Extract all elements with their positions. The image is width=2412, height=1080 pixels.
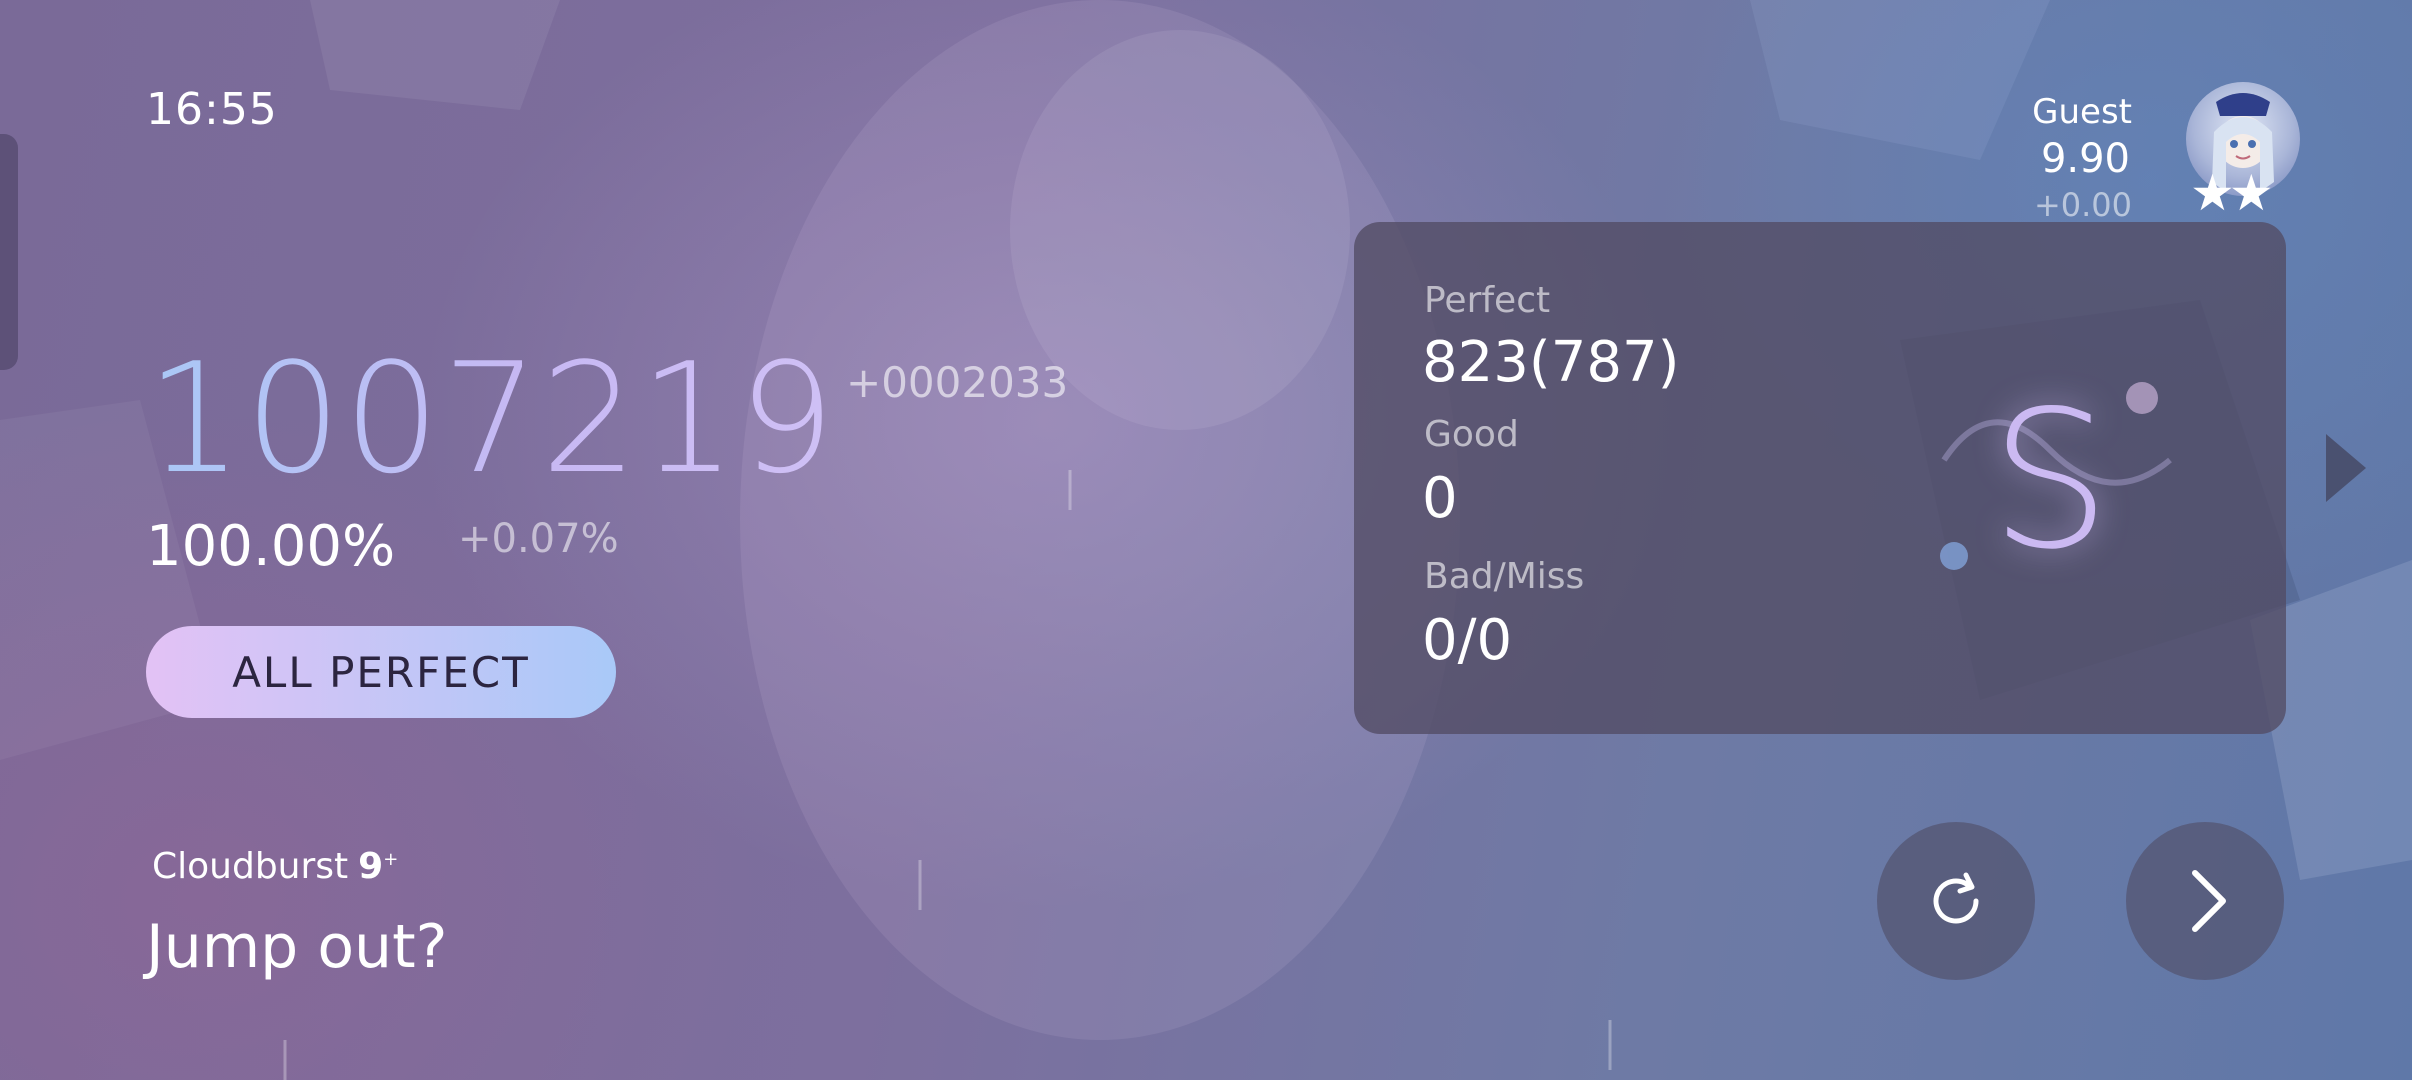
side-drawer-handle[interactable] bbox=[0, 134, 18, 370]
avatar-stars: ★★ bbox=[2190, 164, 2274, 222]
accuracy-delta: +0.07% bbox=[458, 516, 619, 562]
song-title: Cloudburst bbox=[152, 846, 349, 887]
clock: 16:55 bbox=[146, 84, 278, 135]
badmiss-label: Bad/Miss bbox=[1424, 556, 1585, 597]
song-level-suffix: + bbox=[383, 849, 399, 870]
player-rks: 9.90 bbox=[2040, 136, 2130, 182]
play-triangle-icon[interactable] bbox=[2326, 434, 2366, 502]
song-info: Cloudburst 9+ bbox=[152, 846, 398, 887]
chevron-right-icon bbox=[2192, 870, 2226, 932]
retry-icon bbox=[1933, 872, 1979, 924]
player-info: Guest 9.90 +0.00 bbox=[2032, 92, 2132, 224]
grade-letter: S bbox=[1990, 370, 2111, 591]
player-rks-delta: +0.00 bbox=[2033, 186, 2132, 224]
good-value: 0 bbox=[1422, 466, 1458, 531]
perfect-label: Perfect bbox=[1424, 280, 1551, 321]
badmiss-value: 0/0 bbox=[1422, 608, 1513, 673]
song-level: 9 bbox=[358, 846, 384, 887]
score: 1007219 bbox=[146, 330, 837, 507]
score-delta: +0002033 bbox=[846, 358, 1069, 407]
accuracy: 100.00% bbox=[146, 514, 396, 579]
player-name: Guest bbox=[2032, 92, 2132, 132]
good-label: Good bbox=[1424, 414, 1519, 455]
retry-button[interactable] bbox=[1877, 822, 2035, 980]
all-perfect-badge: ALL PERFECT bbox=[146, 626, 616, 718]
perfect-value: 823(787) bbox=[1422, 330, 1680, 395]
jump-out-prompt[interactable]: Jump out? bbox=[146, 912, 447, 982]
next-button[interactable] bbox=[2126, 822, 2284, 980]
